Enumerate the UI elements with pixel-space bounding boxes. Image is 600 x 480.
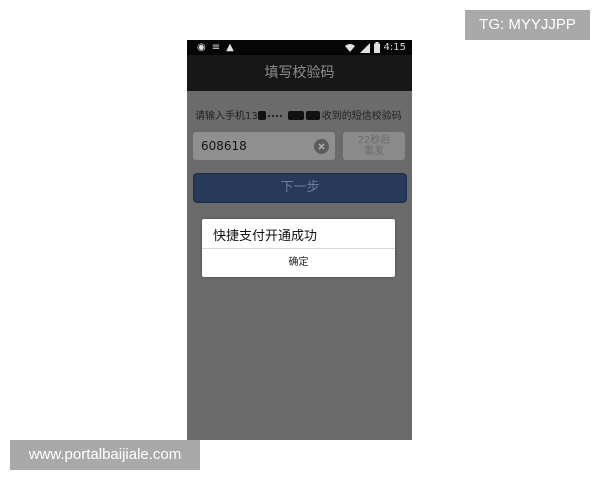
clear-icon[interactable]	[314, 139, 329, 154]
main-content: 请输入手机13 收到的短信校验码 608618 22秒后重发 下一步 快捷支付开…	[187, 91, 412, 440]
watermark-top: TG: MYYJJPP	[465, 10, 590, 40]
resend-label: 22秒后重发	[357, 135, 391, 157]
status-bar: ◉ ≡ ▲ 4:15	[187, 40, 412, 55]
resend-button[interactable]: 22秒后重发	[343, 132, 405, 160]
masked-phone-number	[257, 111, 322, 120]
menu-icon: ≡	[211, 42, 221, 53]
warning-icon: ▲	[226, 42, 234, 53]
battery-icon	[373, 42, 380, 53]
page-title: 填写校验码	[187, 55, 412, 91]
verification-code-field[interactable]: 608618	[193, 132, 335, 160]
confirm-button[interactable]: 确定	[202, 249, 395, 277]
signal-icon	[359, 42, 370, 53]
wifi-icon	[344, 43, 355, 52]
clock: 4:15	[383, 42, 406, 53]
notification-app-icon: ◉	[197, 42, 206, 53]
phone-screen: ◉ ≡ ▲ 4:15 填写校验码 请输入手机13 收到的短信校验码 608618…	[187, 40, 412, 440]
sms-prompt-prefix: 请输入手机13	[195, 111, 258, 122]
verification-code-value: 608618	[201, 139, 247, 153]
dialog-message: 快捷支付开通成功	[213, 229, 318, 244]
watermark-bottom: www.portalbaijiale.com	[10, 440, 200, 470]
success-dialog: 快捷支付开通成功 确定	[202, 219, 395, 277]
sms-prompt: 请输入手机13 收到的短信校验码	[195, 107, 410, 122]
next-step-button[interactable]: 下一步	[193, 173, 407, 203]
sms-prompt-suffix: 收到的短信校验码	[321, 111, 402, 122]
